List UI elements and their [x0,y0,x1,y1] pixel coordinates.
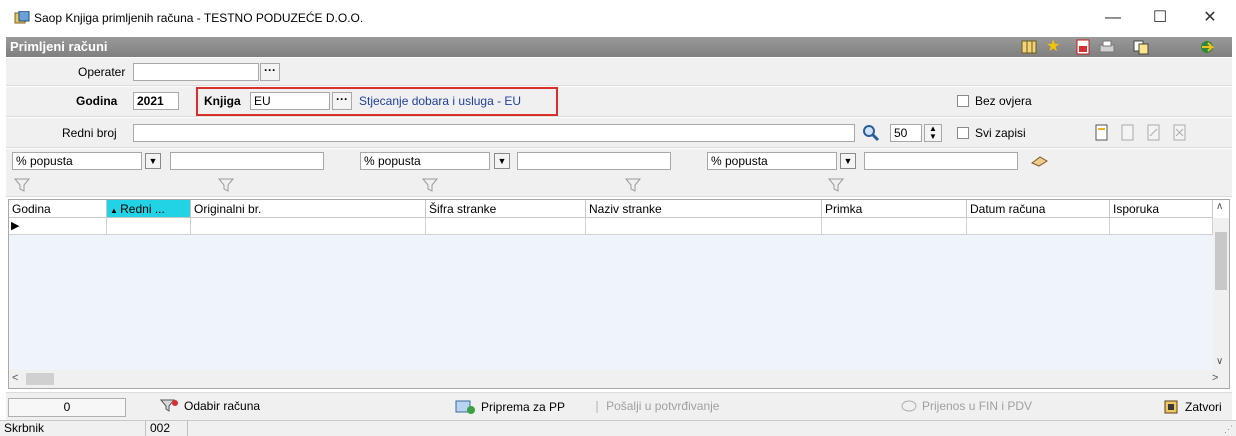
column-header-sorted[interactable]: ▲ Redni ... [107,200,191,218]
prijenos-button[interactable]: Prijenos u FIN i PDV [900,399,1032,413]
svi-zapisi-label: Svi zapisi [975,126,1026,140]
app-icon [14,11,30,24]
zatvori-label: Zatvori [1185,400,1222,414]
filter-icon[interactable] [14,178,30,192]
minimize-button[interactable]: — [1097,5,1129,31]
filter-3-dropdown[interactable]: ▼ [840,153,856,169]
column-header-label: Redni ... [120,202,165,216]
sort-asc-icon: ▲ [110,206,121,215]
priprema-za-pp-button[interactable]: Priprema za PP [455,399,565,415]
filter-icon[interactable] [218,178,234,192]
svi-zapisi-checkbox[interactable] [957,127,969,139]
grid-empty-area [9,235,1213,370]
prijenos-label: Prijenos u FIN i PDV [922,399,1033,413]
godina-label: Godina [76,94,118,108]
horizontal-scroll-thumb[interactable] [26,373,54,385]
prepare-icon [455,400,475,414]
filter-3-input[interactable] [864,152,1018,170]
column-header[interactable]: Originalni br. [191,200,426,218]
copy-document-icon[interactable] [1146,124,1162,142]
vertical-scroll-thumb[interactable] [1215,232,1227,290]
send-icon: ❘ [592,399,603,413]
filter-1-select[interactable]: % popusta [12,152,142,170]
panel-title: Primljeni računi [10,39,108,54]
table-cell[interactable] [822,218,967,235]
eraser-icon[interactable] [1030,154,1050,168]
transfer-icon [901,400,917,412]
filter-2-input[interactable] [517,152,671,170]
knjiga-label: Knjiga [204,94,241,108]
copy-icon[interactable] [1132,39,1150,55]
limit-spinner[interactable]: ▲ ▼ [924,124,942,142]
status-user-code: 002 [146,421,188,436]
odabir-racuna-label: Odabir računa [184,399,261,413]
operater-input[interactable] [133,63,259,81]
godina-input[interactable]: 2021 [133,92,179,110]
columns-icon[interactable] [1020,39,1038,55]
resize-grip-icon[interactable]: ⋰ [1224,424,1233,435]
zatvori-button[interactable]: Zatvori [1163,399,1222,415]
filter-select-icon [160,399,178,412]
godina-band [6,87,1232,117]
filter-icon[interactable] [828,178,844,192]
table-cell[interactable] [586,218,822,235]
table-cell[interactable] [967,218,1110,235]
column-header[interactable]: Godina [9,200,107,218]
bez-ovjera-label: Bez ovjera [975,94,1032,108]
posalji-button[interactable]: ❘ Pošalji u potvrđivanje [592,399,719,413]
filter-1-dropdown[interactable]: ▼ [145,153,161,169]
operater-lookup-button[interactable]: ··· [260,63,280,81]
priprema-label: Priprema za PP [481,400,566,414]
print-icon[interactable] [1098,39,1116,55]
pdf-icon[interactable] [1074,39,1092,55]
status-user-label: Skrbnik [0,421,146,436]
window-title: Saop Knjiga primljenih računa - TESTNO P… [34,11,364,25]
table-cell[interactable] [191,218,426,235]
operater-label: Operater [78,65,126,79]
scroll-up-icon[interactable]: ∧ [1216,201,1223,212]
column-header[interactable]: Isporuka [1110,200,1213,218]
filter-3-select[interactable]: % popusta [707,152,837,170]
new-document-icon[interactable] [1094,124,1110,142]
knjiga-input[interactable]: EU [250,92,330,110]
column-header[interactable]: Naziv stranke [586,200,822,218]
scroll-down-icon[interactable]: ∨ [1216,356,1223,367]
filter-icon[interactable] [422,178,438,192]
table-cell[interactable] [426,218,586,235]
filter-2-select[interactable]: % popusta [360,152,490,170]
horizontal-scrollbar[interactable] [9,370,1229,388]
column-header[interactable]: Datum računa [967,200,1110,218]
limit-input[interactable]: 50 [890,124,922,142]
knjiga-description: Stjecanje dobara i usluga - EU [359,94,522,108]
posalji-label: Pošalji u potvrđivanje [606,399,720,413]
bez-ovjera-checkbox[interactable] [957,95,969,107]
column-header[interactable]: Primka [822,200,967,218]
row-pointer-icon: ▶ [11,220,20,232]
edit-document-icon[interactable] [1120,124,1136,142]
odabir-racuna-button[interactable]: Odabir računa [160,399,260,413]
redni-broj-label: Redni broj [62,126,117,140]
redni-broj-input[interactable] [133,124,855,142]
scroll-left-icon[interactable]: < [12,372,18,384]
column-header[interactable]: Šifra stranke [426,200,586,218]
table-row[interactable] [9,218,107,235]
search-icon[interactable] [862,124,880,142]
delete-document-icon[interactable] [1172,124,1188,142]
filter-icon[interactable] [625,178,641,192]
exit-icon[interactable] [1198,39,1216,55]
filter-1-input[interactable] [170,152,324,170]
record-count: 0 [8,398,126,417]
favorite-star-icon[interactable]: ★ [1046,39,1064,55]
knjiga-lookup-button[interactable]: ··· [332,92,352,110]
table-cell[interactable] [1110,218,1213,235]
maximize-button[interactable]: ☐ [1144,5,1176,31]
filter-2-dropdown[interactable]: ▼ [494,153,510,169]
scroll-right-icon[interactable]: > [1212,372,1218,384]
close-button[interactable]: ✕ [1194,5,1226,31]
close-door-icon [1164,400,1178,414]
table-cell[interactable] [107,218,191,235]
